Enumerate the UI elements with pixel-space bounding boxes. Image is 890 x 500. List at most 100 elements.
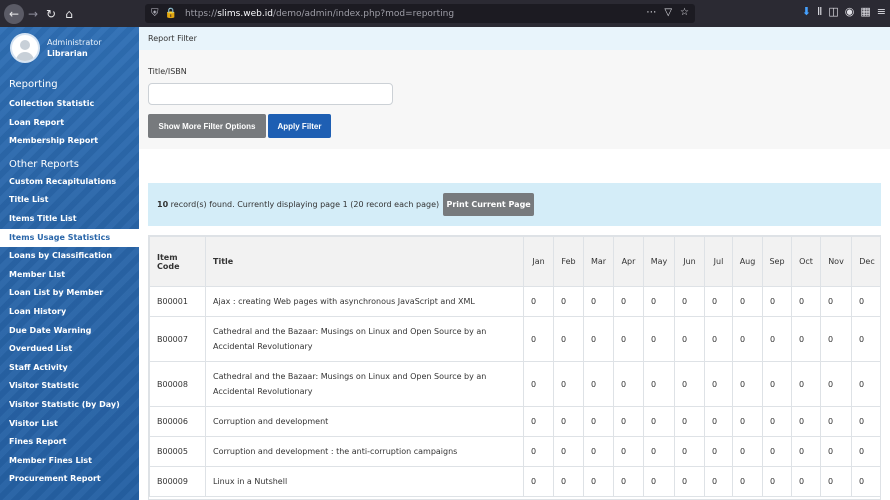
print-page-button[interactable]: Print Current Page bbox=[443, 193, 535, 216]
reload-icon[interactable]: ↻ bbox=[42, 5, 60, 23]
col-header[interactable]: Sep bbox=[762, 236, 792, 287]
table-cell: 0 bbox=[643, 466, 675, 497]
sidebar-item[interactable]: Due Date Warning bbox=[0, 322, 139, 341]
show-more-filter-button[interactable]: Show More Filter Options bbox=[148, 114, 266, 138]
forward-icon[interactable]: → bbox=[24, 5, 42, 23]
sidebar-item[interactable]: Custom Recapitulations bbox=[0, 173, 139, 192]
sidebar-item[interactable]: Loan History bbox=[0, 303, 139, 322]
sidebar-heading-reporting: Reporting bbox=[9, 79, 58, 90]
table-cell: 0 bbox=[643, 406, 675, 437]
table-cell: 0 bbox=[791, 436, 821, 467]
table-cell: 0 bbox=[791, 316, 821, 362]
table-header-row: Item Code Title Jan Feb Mar Apr May Jun … bbox=[149, 236, 880, 287]
avatar[interactable] bbox=[10, 33, 40, 63]
table-cell: 0 bbox=[732, 406, 763, 437]
col-header[interactable]: Title bbox=[205, 236, 524, 287]
table-cell: 0 bbox=[553, 466, 584, 497]
lock-icon[interactable]: 🔒 bbox=[165, 8, 177, 19]
sidebar-item[interactable]: Visitor Statistic bbox=[0, 377, 139, 396]
apply-filter-button[interactable]: Apply Filter bbox=[268, 114, 331, 138]
col-header[interactable]: Dec bbox=[851, 236, 880, 287]
table-cell: Ajax : creating Web pages with asynchron… bbox=[205, 286, 524, 317]
sidebar-item[interactable]: Member Fines List bbox=[0, 452, 139, 471]
table-cell: 0 bbox=[553, 436, 584, 467]
table-cell: 0 bbox=[851, 361, 880, 407]
sidebar-item[interactable]: Staff Activity bbox=[0, 359, 139, 378]
table-cell: 0 bbox=[704, 436, 733, 467]
sidebar-item[interactable]: Fines Report bbox=[0, 433, 139, 452]
sidebar-item[interactable]: Loan List by Member bbox=[0, 284, 139, 303]
table-cell: 0 bbox=[762, 436, 792, 467]
table-cell: 0 bbox=[613, 361, 644, 407]
pocket-icon[interactable]: ▽ bbox=[664, 7, 672, 18]
download-icon[interactable]: ⬇ bbox=[802, 5, 811, 18]
other-reports-list: Custom Recapitulations Title List Items … bbox=[0, 173, 139, 489]
main-content: Report Filter Title/ISBN Show More Filte… bbox=[139, 27, 890, 500]
sidebar-item[interactable]: Collection Statistic bbox=[0, 95, 139, 114]
col-header[interactable]: Feb bbox=[553, 236, 584, 287]
sidebar-item[interactable]: Membership Report bbox=[0, 132, 139, 151]
sidebar-item[interactable]: Visitor List bbox=[0, 415, 139, 434]
url-text[interactable]: https://slims.web.id/demo/admin/index.ph… bbox=[185, 9, 454, 19]
sidebar-item[interactable]: Loan Report bbox=[0, 114, 139, 133]
table-cell: 0 bbox=[704, 466, 733, 497]
col-header[interactable]: Mar bbox=[583, 236, 614, 287]
back-icon[interactable]: ← bbox=[4, 3, 24, 24]
col-header[interactable]: Nov bbox=[820, 236, 852, 287]
title-isbn-label: Title/ISBN bbox=[148, 67, 187, 76]
table-cell: 0 bbox=[613, 436, 644, 467]
table-cell: 0 bbox=[704, 316, 733, 362]
sidebar-item-active[interactable]: Items Usage Statistics bbox=[0, 228, 139, 248]
col-header[interactable]: Item Code bbox=[149, 236, 206, 287]
usage-table: Item Code Title Jan Feb Mar Apr May Jun … bbox=[149, 236, 880, 497]
more-icon[interactable]: ⋯ bbox=[646, 7, 656, 18]
bookmark-star-icon[interactable]: ☆ bbox=[680, 7, 689, 18]
table-cell: Corruption and development : the anti-co… bbox=[205, 436, 524, 467]
library-icon[interactable]: Ⅱ bbox=[817, 5, 822, 18]
table-cell: 0 bbox=[613, 466, 644, 497]
col-header[interactable]: Oct bbox=[791, 236, 821, 287]
col-header[interactable]: Jun bbox=[674, 236, 705, 287]
sidebar-item[interactable]: Title List bbox=[0, 191, 139, 210]
home-icon[interactable]: ⌂ bbox=[60, 5, 78, 23]
account-icon[interactable]: ◉ bbox=[845, 5, 855, 18]
table-cell: B00008 bbox=[149, 361, 206, 407]
table-cell: 0 bbox=[791, 466, 821, 497]
table-cell: 0 bbox=[732, 466, 763, 497]
table-cell: B00006 bbox=[149, 406, 206, 437]
table-row: B00001 Ajax : creating Web pages with asy… bbox=[149, 286, 880, 317]
col-header[interactable]: Jul bbox=[704, 236, 733, 287]
title-isbn-input[interactable] bbox=[148, 83, 393, 105]
sidebar-item[interactable]: Items Title List bbox=[0, 210, 139, 229]
extension-icon[interactable]: ▦ bbox=[860, 5, 870, 18]
col-header[interactable]: May bbox=[643, 236, 675, 287]
table-cell: 0 bbox=[643, 286, 675, 317]
table-cell: B00001 bbox=[149, 286, 206, 317]
sidebar-item[interactable]: Loans by Classification bbox=[0, 247, 139, 266]
table-cell: 0 bbox=[613, 316, 644, 362]
table-cell: 0 bbox=[583, 466, 614, 497]
col-header[interactable]: Jan bbox=[523, 236, 554, 287]
url-bar[interactable]: ⛨ 🔒 https://slims.web.id/demo/admin/inde… bbox=[145, 4, 695, 23]
table-cell: 0 bbox=[704, 361, 733, 407]
sidebar-item[interactable]: Procurement Report bbox=[0, 470, 139, 489]
sidebar-item[interactable]: Visitor Statistic (by Day) bbox=[0, 396, 139, 415]
sidebar-item[interactable]: Overdued List bbox=[0, 340, 139, 359]
table-cell: 0 bbox=[851, 316, 880, 362]
table-cell: 0 bbox=[791, 286, 821, 317]
url-prefix: https:// bbox=[184, 8, 218, 19]
table-cell: 0 bbox=[583, 361, 614, 407]
table-cell: 0 bbox=[820, 406, 852, 437]
sidebar-item[interactable]: Member List bbox=[0, 266, 139, 285]
table-cell: 0 bbox=[820, 436, 852, 467]
table-cell: 0 bbox=[523, 286, 554, 317]
col-header[interactable]: Aug bbox=[732, 236, 763, 287]
table-cell: 0 bbox=[851, 286, 880, 317]
col-header[interactable]: Apr bbox=[613, 236, 644, 287]
sidebar-heading-other: Other Reports bbox=[9, 158, 79, 170]
usage-table-container[interactable]: Item Code Title Jan Feb Mar Apr May Jun … bbox=[148, 235, 881, 500]
user-role: Librarian bbox=[47, 49, 88, 58]
shield-icon[interactable]: ⛨ bbox=[151, 8, 159, 19]
menu-icon[interactable]: ≡ bbox=[877, 5, 886, 18]
sidebar-icon[interactable]: ◫ bbox=[828, 5, 838, 18]
